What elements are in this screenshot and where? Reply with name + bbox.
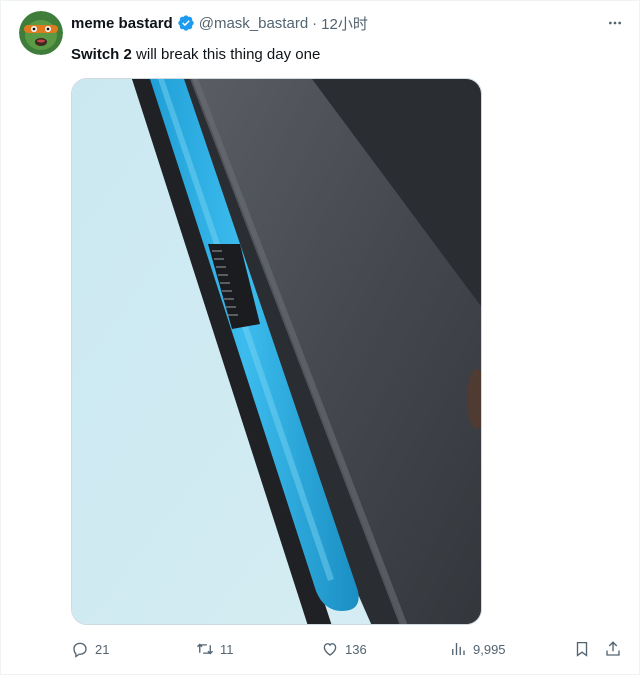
- tweet-card[interactable]: meme bastard @mask_bastard · 12小时 Switch…: [0, 0, 640, 675]
- separator-dot: ·: [312, 14, 318, 32]
- more-options-icon[interactable]: [605, 15, 625, 31]
- like-button[interactable]: 136: [321, 637, 367, 661]
- reply-count: 21: [95, 641, 110, 657]
- ninja-turtle-avatar-icon: [19, 11, 63, 55]
- view-count: 9,995: [473, 641, 506, 657]
- tweet-timestamp[interactable]: 12小时: [321, 13, 368, 34]
- author-handle[interactable]: @mask_bastard: [199, 15, 308, 32]
- tweet-media[interactable]: [71, 78, 482, 625]
- retweet-count: 11: [220, 641, 234, 657]
- bookmark-icon: [576, 641, 588, 657]
- reply-button[interactable]: 21: [71, 637, 109, 661]
- reply-icon: [73, 642, 87, 658]
- views-chart-icon: [452, 643, 465, 655]
- tweet-actions: 21 11 136 9,995: [71, 637, 631, 661]
- console-side-photo-icon: [72, 79, 481, 624]
- share-button[interactable]: [604, 637, 622, 661]
- tweet-text-bold: Switch 2: [71, 46, 132, 63]
- heart-icon: [323, 643, 337, 656]
- author-avatar[interactable]: [19, 11, 63, 55]
- retweet-button[interactable]: 11: [196, 637, 234, 661]
- share-icon: [606, 641, 620, 656]
- retweet-icon: [197, 643, 213, 655]
- views-button[interactable]: 9,995: [449, 637, 506, 661]
- tweet-text: Switch 2 will break this thing day one: [71, 45, 320, 65]
- like-count: 136: [345, 641, 367, 657]
- author-display-name[interactable]: meme bastard: [71, 15, 173, 32]
- tweet-text-rest: will break this thing day one: [131, 46, 321, 63]
- bookmark-button[interactable]: [573, 637, 591, 661]
- verified-badge-icon[interactable]: [177, 14, 195, 32]
- tweet-header: meme bastard @mask_bastard · 12小时: [71, 13, 368, 33]
